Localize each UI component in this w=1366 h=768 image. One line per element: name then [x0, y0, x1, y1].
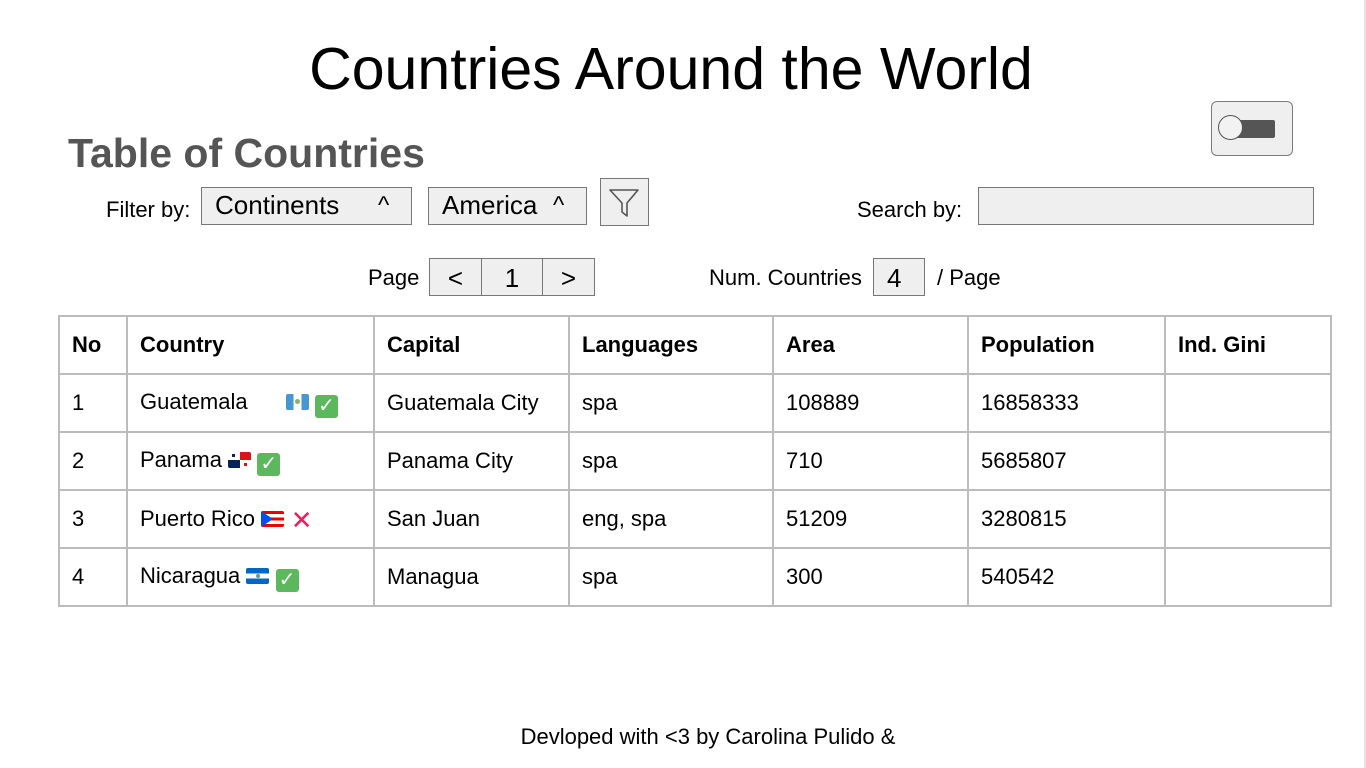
cell-area: 710	[772, 431, 969, 491]
cell-population: 540542	[967, 547, 1166, 607]
prev-page-button[interactable]: <	[429, 258, 482, 296]
cell-no: 4	[58, 547, 128, 607]
cell-capital: Panama City	[373, 431, 570, 491]
cell-area: 300	[772, 547, 969, 607]
puerto-rico-flag-icon	[261, 511, 285, 527]
countries-per-page-label: Num. Countries	[709, 265, 862, 290]
countries-table: No Country Capital Languages Area Popula…	[58, 315, 1332, 607]
header-population: Population	[967, 315, 1166, 375]
check-icon: ✓	[257, 452, 281, 476]
country-name: Puerto Rico	[140, 506, 255, 531]
cell-capital: San Juan	[373, 489, 570, 549]
theme-toggle[interactable]	[1211, 101, 1293, 156]
toggle-knob	[1218, 115, 1243, 140]
region-select[interactable]: America ^	[428, 187, 587, 225]
section-title: Table of Countries	[68, 130, 425, 176]
cell-languages: spa	[568, 547, 774, 607]
category-select[interactable]: Continents ^	[201, 187, 412, 225]
region-select-value: America	[442, 190, 538, 220]
header-no: No	[58, 315, 128, 375]
cell-gini	[1164, 489, 1332, 549]
header-languages: Languages	[568, 315, 774, 375]
table-row: 3 Puerto Rico ✕ San Juan eng, spa 51209 …	[58, 489, 1332, 549]
page-label: Page	[368, 265, 420, 290]
search-label: Search by:	[857, 197, 963, 222]
panama-flag-icon	[228, 451, 252, 468]
header-gini: Ind. Gini	[1164, 315, 1332, 375]
cell-no: 2	[58, 431, 128, 491]
cell-population: 16858333	[967, 373, 1166, 433]
countries-per-page-input[interactable]: 4	[873, 258, 925, 296]
cell-area: 51209	[772, 489, 969, 549]
guatemala-flag-icon	[285, 393, 309, 410]
cell-gini	[1164, 547, 1332, 607]
filter-label: Filter by:	[106, 197, 191, 222]
cell-languages: spa	[568, 431, 774, 491]
search-input[interactable]	[978, 187, 1314, 225]
cell-no: 1	[58, 373, 128, 433]
current-page-field[interactable]: 1	[481, 258, 543, 296]
country-name: Panama	[140, 446, 222, 472]
cell-country: Puerto Rico ✕	[126, 489, 375, 549]
table-row: 2 Panama ✓ Panama City spa 710 5685807	[58, 431, 1332, 491]
cell-gini	[1164, 373, 1332, 433]
cell-area: 108889	[772, 373, 969, 433]
cell-languages: eng, spa	[568, 489, 774, 549]
country-name: Guatemala	[140, 388, 248, 414]
header-capital: Capital	[373, 315, 570, 375]
cell-country: Nicaragua ✓	[126, 547, 375, 607]
cell-country: Guatemala ✓	[126, 373, 375, 433]
chevron-up-icon: ^	[378, 192, 390, 219]
cell-languages: spa	[568, 373, 774, 433]
chevron-up-icon: ^	[553, 192, 565, 219]
table-header-row: No Country Capital Languages Area Popula…	[58, 315, 1332, 375]
check-icon: ✓	[275, 568, 299, 592]
cross-icon: ✕	[290, 505, 313, 535]
cell-capital: Guatemala City	[373, 373, 570, 433]
funnel-icon	[609, 189, 639, 217]
nicaragua-flag-icon	[246, 567, 270, 584]
filter-button[interactable]	[600, 178, 649, 226]
footer-credits: Devloped with <3 by Carolina Pulido &	[520, 724, 896, 749]
next-page-button[interactable]: >	[542, 258, 595, 296]
category-select-value: Continents	[215, 190, 340, 220]
cell-gini	[1164, 431, 1332, 491]
cell-capital: Managua	[373, 547, 570, 607]
cell-population: 3280815	[967, 489, 1166, 549]
cell-no: 3	[58, 489, 128, 549]
check-icon: ✓	[314, 394, 338, 418]
header-country: Country	[126, 315, 375, 375]
page-title: Countries Around the World	[309, 36, 1033, 102]
header-area: Area	[772, 315, 969, 375]
cell-country: Panama ✓	[126, 431, 375, 491]
per-page-label: / Page	[937, 265, 1001, 290]
table-row: 4 Nicaragua ✓ Managua spa 300 540542	[58, 547, 1332, 607]
cell-population: 5685807	[967, 431, 1166, 491]
country-name: Nicaragua	[140, 562, 241, 588]
table-row: 1 Guatemala ✓ Guatemala City spa 108889 …	[58, 373, 1332, 433]
